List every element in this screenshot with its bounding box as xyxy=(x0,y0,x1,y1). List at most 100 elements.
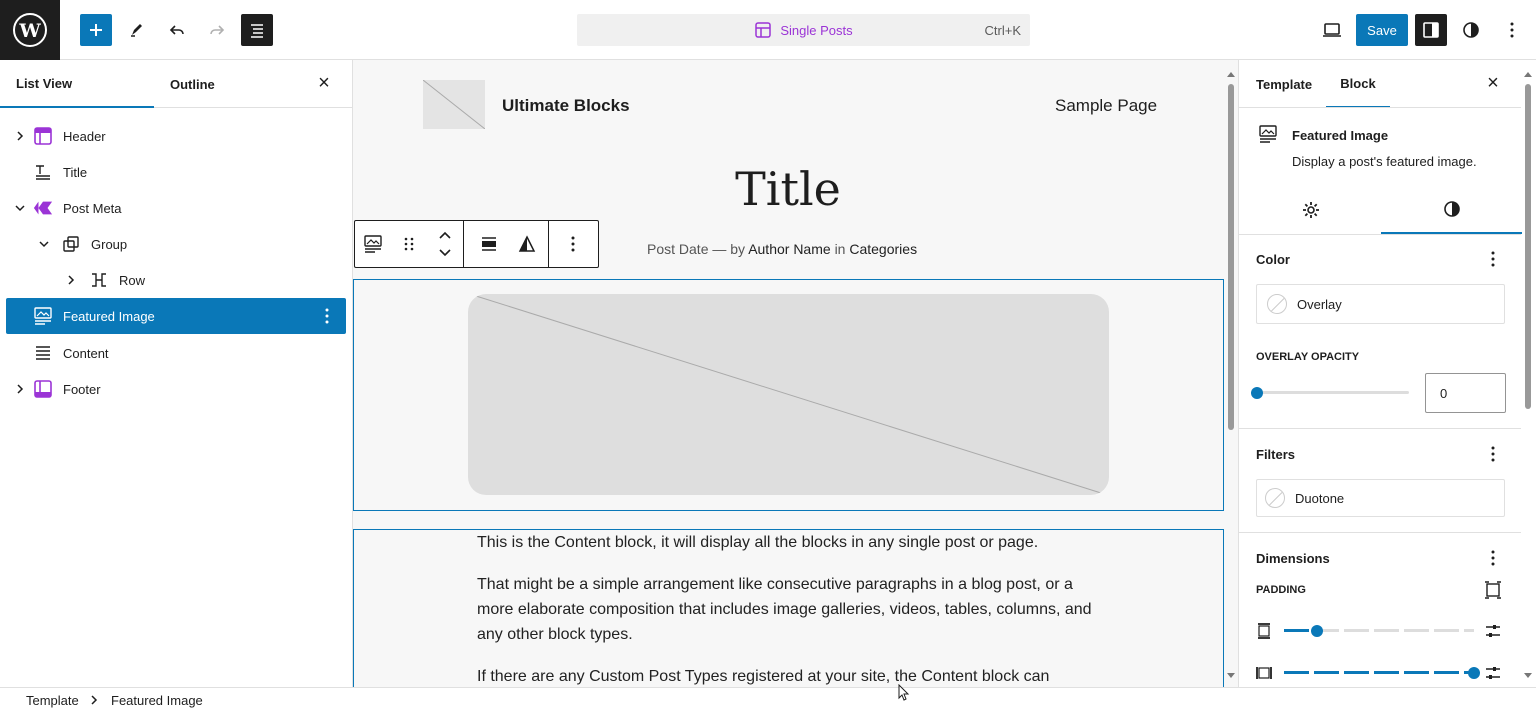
canvas-scroll-thumb[interactable] xyxy=(1228,84,1234,430)
chevron-down-icon[interactable] xyxy=(36,236,52,252)
divider xyxy=(1239,428,1521,429)
move-up-down-icon[interactable] xyxy=(427,221,463,267)
row-icon xyxy=(89,270,109,290)
dimensions-options-more-icon[interactable] xyxy=(1483,548,1503,568)
tab-block-styles[interactable] xyxy=(1381,186,1522,234)
more-vertical-icon xyxy=(1510,22,1514,38)
list-item-group[interactable]: Group xyxy=(6,226,346,262)
meta-separator: — by xyxy=(712,241,746,257)
post-categories[interactable]: Categories xyxy=(849,241,917,257)
padding-link-sides-icon[interactable] xyxy=(1483,580,1503,600)
left-panel-tabs: List View Outline × xyxy=(0,60,352,108)
canvas-scrollbar[interactable] xyxy=(1226,70,1236,680)
pen-tool-button[interactable] xyxy=(121,14,153,46)
list-item-featured-image[interactable]: Featured Image xyxy=(6,298,346,334)
dimensions-section-title: Dimensions xyxy=(1256,551,1330,566)
wordpress-logo-icon[interactable]: W xyxy=(0,0,60,60)
align-wide-icon[interactable] xyxy=(469,221,509,267)
list-view-toggle-button[interactable] xyxy=(241,14,273,46)
overlay-opacity-input[interactable]: 0 xyxy=(1425,373,1506,413)
site-logo-placeholder[interactable] xyxy=(422,79,486,130)
block-settings-panel: Template Block × Featured Image Display … xyxy=(1238,60,1536,687)
no-color-swatch-icon xyxy=(1267,294,1287,314)
more-vertical-icon[interactable] xyxy=(318,307,336,325)
options-menu-button[interactable] xyxy=(1496,14,1528,46)
tab-list-view[interactable]: List View xyxy=(0,60,154,108)
tab-template[interactable]: Template xyxy=(1256,60,1312,108)
desktop-preview-button[interactable] xyxy=(1316,14,1348,46)
padding-horizontal-icon xyxy=(1254,663,1274,683)
padding-label: PADDING xyxy=(1256,584,1306,596)
site-title[interactable]: Ultimate Blocks xyxy=(502,96,630,116)
post-meta: Post Date — by Author Name in Categories xyxy=(647,241,917,257)
settings-scroll-thumb[interactable] xyxy=(1525,84,1531,409)
chevron-right-icon[interactable] xyxy=(63,272,79,288)
featured-image-block[interactable] xyxy=(353,279,1224,511)
padding-vertical-thumb[interactable] xyxy=(1311,625,1323,637)
redo-button[interactable] xyxy=(201,14,233,46)
nav-link-sample-page[interactable]: Sample Page xyxy=(1055,96,1157,116)
list-item-post-meta[interactable]: Post Meta xyxy=(6,190,346,226)
content-paragraph: That might be a simple arrangement like … xyxy=(477,576,1092,643)
featured-image-placeholder[interactable] xyxy=(468,294,1109,495)
command-palette-bar[interactable]: Single Posts Ctrl+K xyxy=(577,14,1030,46)
tab-block-settings[interactable] xyxy=(1240,186,1381,234)
divider xyxy=(1239,234,1521,235)
chevron-right-icon[interactable] xyxy=(12,128,28,144)
chevron-down-icon[interactable] xyxy=(12,200,28,216)
styles-button[interactable] xyxy=(1455,14,1487,46)
overlay-color-button[interactable]: Overlay xyxy=(1256,284,1505,324)
command-shortcut: Ctrl+K xyxy=(984,23,1021,38)
list-item-footer[interactable]: Footer xyxy=(6,371,346,407)
toolbar-divider xyxy=(463,221,464,267)
command-title-text: Single Posts xyxy=(780,22,853,38)
padding-vertical-fill xyxy=(1284,629,1314,632)
group-icon xyxy=(61,234,81,254)
list-item-row[interactable]: Row xyxy=(6,262,346,298)
list-view-panel: List View Outline × Header Title Post Me… xyxy=(0,60,353,687)
list-item-header[interactable]: Header xyxy=(6,118,346,154)
featured-image-block-icon[interactable] xyxy=(355,221,391,267)
drag-handle-icon[interactable] xyxy=(391,221,427,267)
block-options-icon[interactable] xyxy=(553,221,593,267)
post-title[interactable]: Title xyxy=(353,162,1223,216)
list-item-label: Content xyxy=(63,345,109,361)
list-item-label: Featured Image xyxy=(63,308,155,324)
duotone-button[interactable]: Duotone xyxy=(1256,479,1505,517)
settings-scrollbar[interactable] xyxy=(1523,70,1533,680)
filters-options-more-icon[interactable] xyxy=(1483,444,1503,464)
close-list-view-icon[interactable]: × xyxy=(314,73,334,94)
post-author[interactable]: Author Name xyxy=(748,241,830,257)
list-item-content[interactable]: Content xyxy=(6,335,346,371)
content-block[interactable]: This is the Content block, it will displ… xyxy=(353,529,1224,687)
add-block-button[interactable] xyxy=(80,14,112,46)
title-icon xyxy=(33,162,53,182)
undo-button[interactable] xyxy=(161,14,193,46)
chevron-right-icon[interactable] xyxy=(12,381,28,397)
editor-canvas[interactable]: Ultimate Blocks Sample Page Title Post D… xyxy=(353,60,1238,687)
list-item-label: Title xyxy=(63,164,88,180)
tab-block[interactable]: Block xyxy=(1326,60,1390,108)
custom-unit-sliders-icon[interactable] xyxy=(1483,621,1503,641)
gear-icon xyxy=(1302,202,1319,218)
list-item-label: Row xyxy=(119,272,146,288)
overlay-opacity-thumb[interactable] xyxy=(1251,387,1263,399)
content-paragraph: This is the Content block, it will displ… xyxy=(477,534,1039,551)
list-item-title[interactable]: Title xyxy=(6,154,346,190)
padding-horizontal-thumb[interactable] xyxy=(1468,667,1480,679)
featured-image-icon xyxy=(33,306,53,326)
close-settings-icon[interactable]: × xyxy=(1483,73,1503,94)
contrast-icon xyxy=(1463,22,1479,38)
color-options-more-icon[interactable] xyxy=(1483,249,1503,269)
breadcrumb-featured-image[interactable]: Featured Image xyxy=(111,693,203,708)
overlay-opacity-slider[interactable] xyxy=(1256,391,1409,394)
template-part-header-icon xyxy=(33,126,53,146)
breadcrumb-template[interactable]: Template xyxy=(26,693,79,708)
custom-unit-sliders-icon[interactable] xyxy=(1483,663,1503,683)
list-item-label: Group xyxy=(91,236,128,252)
post-date[interactable]: Post Date xyxy=(647,241,708,257)
settings-sidebar-button[interactable] xyxy=(1415,14,1447,46)
save-button[interactable]: Save xyxy=(1356,14,1408,46)
duotone-filter-icon[interactable] xyxy=(507,221,547,267)
tab-outline[interactable]: Outline xyxy=(170,60,215,108)
